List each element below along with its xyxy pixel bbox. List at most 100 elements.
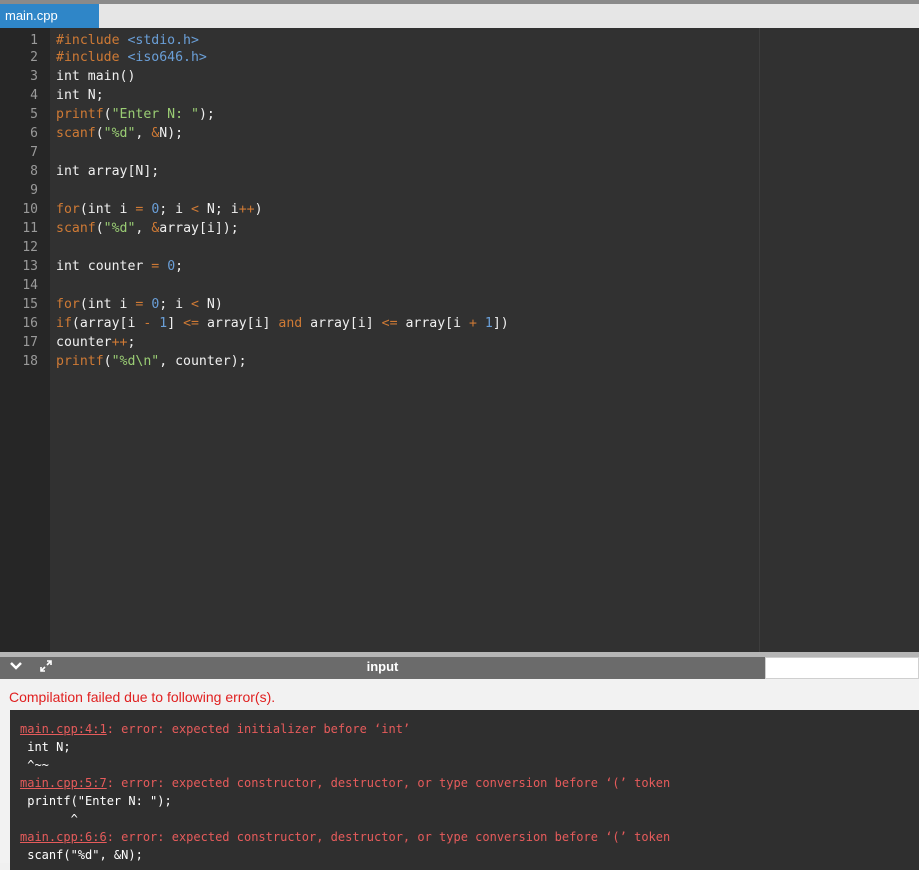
code-token: <stdio.h> — [127, 33, 199, 48]
code-token: <= — [183, 316, 199, 331]
code-text[interactable]: int array[N]; — [56, 162, 159, 181]
code-text[interactable]: int main() — [56, 67, 135, 86]
line-number: 3 — [30, 69, 38, 84]
line-number: 18 — [22, 354, 38, 369]
error-message: main.cpp:5:7: error: expected constructo… — [20, 776, 670, 790]
line-number: 5 — [30, 107, 38, 122]
code-line[interactable]: 9 — [0, 181, 919, 200]
code-token: array[i]); — [159, 221, 239, 236]
code-token: int array[N]; — [56, 164, 160, 179]
code-token: , counter); — [159, 354, 247, 369]
code-token: array[i] — [199, 316, 279, 331]
tab-bar: main.cpp — [0, 0, 919, 28]
code-text[interactable]: printf("%d\n", counter); — [56, 352, 247, 371]
input-tab-label[interactable]: input — [0, 657, 765, 679]
code-token: ] — [167, 316, 184, 331]
code-text[interactable]: printf("Enter N: "); — [56, 105, 215, 124]
code-line[interactable]: 8 int array[N]; — [0, 162, 919, 181]
error-location-link[interactable]: main.cpp:5:7 — [20, 776, 107, 790]
error-message: main.cpp:6:6: error: expected constructo… — [20, 830, 670, 844]
line-number: 12 — [22, 240, 38, 255]
error-location-link[interactable]: main.cpp:6:6 — [20, 830, 107, 844]
code-token: N); — [159, 126, 184, 141]
error-source-line: scanf("%d", &N); — [20, 848, 143, 862]
code-token: 0 — [167, 259, 176, 274]
code-line[interactable]: 14 — [0, 276, 919, 295]
code-token: <= — [381, 316, 398, 331]
code-token: ; i — [159, 202, 192, 217]
code-token: "Enter N: " — [111, 107, 199, 122]
code-token: < — [191, 297, 199, 312]
code-line[interactable]: 2 #include <iso646.h> — [0, 48, 919, 67]
error-caret: ^~~ — [20, 758, 49, 772]
code-token: printf — [56, 107, 104, 122]
code-token: #include — [56, 50, 128, 65]
code-token: (int i — [79, 297, 136, 312]
code-line[interactable]: 6 scanf("%d", &N); — [0, 124, 919, 143]
code-token: ( — [95, 221, 104, 236]
code-token: ) — [254, 202, 263, 217]
code-token: int counter — [56, 259, 152, 274]
line-number: 8 — [30, 164, 38, 179]
code-token: if — [56, 316, 72, 331]
line-number: 16 — [22, 316, 38, 331]
line-number: 9 — [30, 183, 38, 198]
code-token: int N; — [56, 88, 104, 103]
code-editor[interactable]: 1 #include <stdio.h> 2 #include <iso646.h> 3… — [0, 28, 919, 652]
output-panel: Compilation failed due to following erro… — [0, 679, 919, 870]
code-line[interactable]: 3 int main() — [0, 67, 919, 86]
code-token: <iso646.h> — [127, 50, 207, 65]
code-token: N; i — [198, 202, 239, 217]
code-token: < — [191, 202, 199, 217]
code-line[interactable]: 10 for(int i = 0; i < N; i++) — [0, 200, 919, 219]
input-field[interactable] — [765, 657, 919, 679]
code-token: , — [135, 221, 152, 236]
code-text[interactable]: int counter = 0; — [56, 257, 183, 276]
code-token: ( — [103, 354, 112, 369]
code-token: (array[i — [71, 316, 144, 331]
line-number: 14 — [22, 278, 38, 293]
code-line[interactable]: 12 — [0, 238, 919, 257]
error-message: main.cpp:4:1: error: expected initialize… — [20, 722, 410, 736]
code-token: "%d" — [103, 126, 136, 141]
code-text[interactable]: counter++; — [56, 333, 135, 352]
code-line[interactable]: 13 int counter = 0; — [0, 257, 919, 276]
line-number: 13 — [22, 259, 38, 274]
line-number: 10 — [22, 202, 38, 217]
code-text[interactable]: int N; — [56, 86, 104, 105]
code-text[interactable]: for(int i = 0; i < N) — [56, 295, 223, 314]
code-line[interactable]: 16 if(array[i - 1] <= array[i] and array[… — [0, 314, 919, 333]
error-location-link[interactable]: main.cpp:4:1 — [20, 722, 107, 736]
code-lines: 1 #include <stdio.h> 2 #include <iso646.h> 3… — [0, 29, 919, 371]
line-number: 7 — [30, 145, 38, 160]
compilation-error-title: Compilation failed due to following erro… — [9, 689, 276, 705]
code-line[interactable]: 7 — [0, 143, 919, 162]
code-token: counter — [56, 335, 112, 350]
error-caret: ^ — [20, 812, 78, 826]
code-line[interactable]: 11 scanf("%d", &array[i]); — [0, 219, 919, 238]
code-token: ( — [103, 107, 112, 122]
code-token: #include — [56, 33, 128, 48]
code-text[interactable]: for(int i = 0; i < N; i++) — [56, 200, 263, 219]
code-token: ++ — [111, 335, 128, 350]
code-text[interactable]: if(array[i - 1] <= array[i] and array[i]… — [56, 314, 509, 333]
code-text[interactable]: #include <iso646.h> — [56, 48, 207, 67]
code-line[interactable]: 4 int N; — [0, 86, 919, 105]
code-line[interactable]: 17 counter++; — [0, 333, 919, 352]
line-number: 15 — [22, 297, 38, 312]
code-text[interactable]: scanf("%d", &array[i]); — [56, 219, 239, 238]
code-line[interactable]: 18 printf("%d\n", counter); — [0, 352, 919, 371]
code-token: ; i — [159, 297, 192, 312]
code-text[interactable]: scanf("%d", &N); — [56, 124, 183, 143]
code-token: scanf — [56, 221, 96, 236]
code-line[interactable]: 5 printf("Enter N: "); — [0, 105, 919, 124]
code-token: scanf — [56, 126, 96, 141]
code-token: ++ — [238, 202, 255, 217]
tab-main-cpp[interactable]: main.cpp — [0, 4, 99, 28]
error-source-line: printf("Enter N: "); — [20, 794, 172, 808]
line-number: 11 — [22, 221, 38, 236]
code-token: N) — [198, 297, 223, 312]
code-line[interactable]: 15 for(int i = 0; i < N) — [0, 295, 919, 314]
line-number: 17 — [22, 335, 38, 350]
